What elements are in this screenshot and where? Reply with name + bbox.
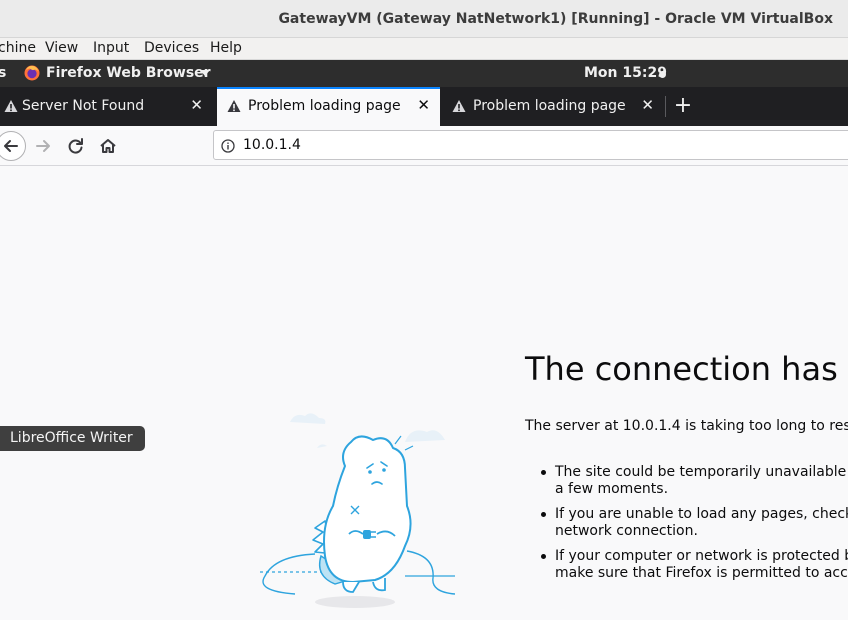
tab-separator — [665, 96, 666, 117]
menu-input[interactable]: Input — [93, 40, 129, 56]
url-bar[interactable] — [213, 130, 848, 160]
back-arrow-icon — [4, 140, 18, 152]
list-item: If you are unable to load any pages, che… — [541, 506, 848, 540]
new-tab-button[interactable]: + — [672, 93, 694, 119]
close-icon[interactable]: ✕ — [190, 97, 203, 114]
sad-dinosaur-illustration — [255, 406, 456, 616]
menu-view[interactable]: View — [45, 40, 78, 56]
firefox-icon — [24, 65, 40, 81]
error-page: The connection has tir The server at 10.… — [0, 166, 848, 620]
forward-button[interactable] — [30, 132, 58, 160]
chevron-down-icon[interactable] — [200, 70, 210, 76]
reload-button[interactable] — [62, 132, 90, 160]
back-button[interactable] — [0, 131, 26, 161]
error-description: The server at 10.0.1.4 is taking too lon… — [525, 418, 848, 434]
home-button[interactable] — [94, 132, 122, 160]
tab-label: Problem loading page — [473, 98, 626, 114]
tab-label: Problem loading page — [248, 98, 401, 114]
tab-label: Server Not Found — [22, 98, 145, 114]
error-suggestions: The site could be temporarily unavailabl… — [541, 464, 848, 590]
app-menu[interactable]: Firefox Web Browser — [46, 65, 211, 81]
close-icon[interactable]: ✕ — [641, 97, 654, 114]
warning-icon — [227, 99, 241, 113]
reload-icon — [68, 138, 83, 154]
tab-strip: Server Not Found ✕ Problem loading page … — [0, 87, 848, 126]
dock-tooltip: LibreOffice Writer — [0, 426, 145, 451]
url-input[interactable] — [243, 135, 833, 155]
error-title: The connection has tir — [525, 350, 848, 388]
warning-icon — [4, 99, 18, 113]
tab-server-not-found[interactable]: Server Not Found ✕ — [0, 87, 213, 126]
forward-arrow-icon — [36, 140, 50, 152]
menu-machine[interactable]: chine — [0, 40, 36, 56]
navigation-bar — [0, 126, 848, 166]
close-icon[interactable]: ✕ — [417, 97, 430, 114]
clock[interactable]: Mon 15:29 — [584, 65, 667, 81]
info-icon[interactable] — [221, 138, 235, 153]
menu-help[interactable]: Help — [210, 40, 242, 56]
tab-problem-loading[interactable]: Problem loading page ✕ — [442, 87, 664, 126]
warning-icon — [452, 99, 466, 113]
virtualbox-menu-bar: chine View Input Devices Help — [0, 38, 848, 60]
home-icon — [100, 139, 116, 153]
virtualbox-title-bar: GatewayVM (Gateway NatNetwork1) [Running… — [0, 0, 848, 38]
window-title: GatewayVM (Gateway NatNetwork1) [Running… — [278, 11, 833, 27]
notification-dot-icon — [659, 71, 666, 78]
menu-devices[interactable]: Devices — [144, 40, 199, 56]
activities-button[interactable]: s — [0, 65, 6, 81]
tab-problem-loading-active[interactable]: Problem loading page ✕ — [217, 87, 440, 126]
ubuntu-top-bar: s Firefox Web Browser Mon 15:29 — [0, 60, 848, 87]
list-item: If your computer or network is protected… — [541, 548, 848, 582]
list-item: The site could be temporarily unavailabl… — [541, 464, 848, 498]
